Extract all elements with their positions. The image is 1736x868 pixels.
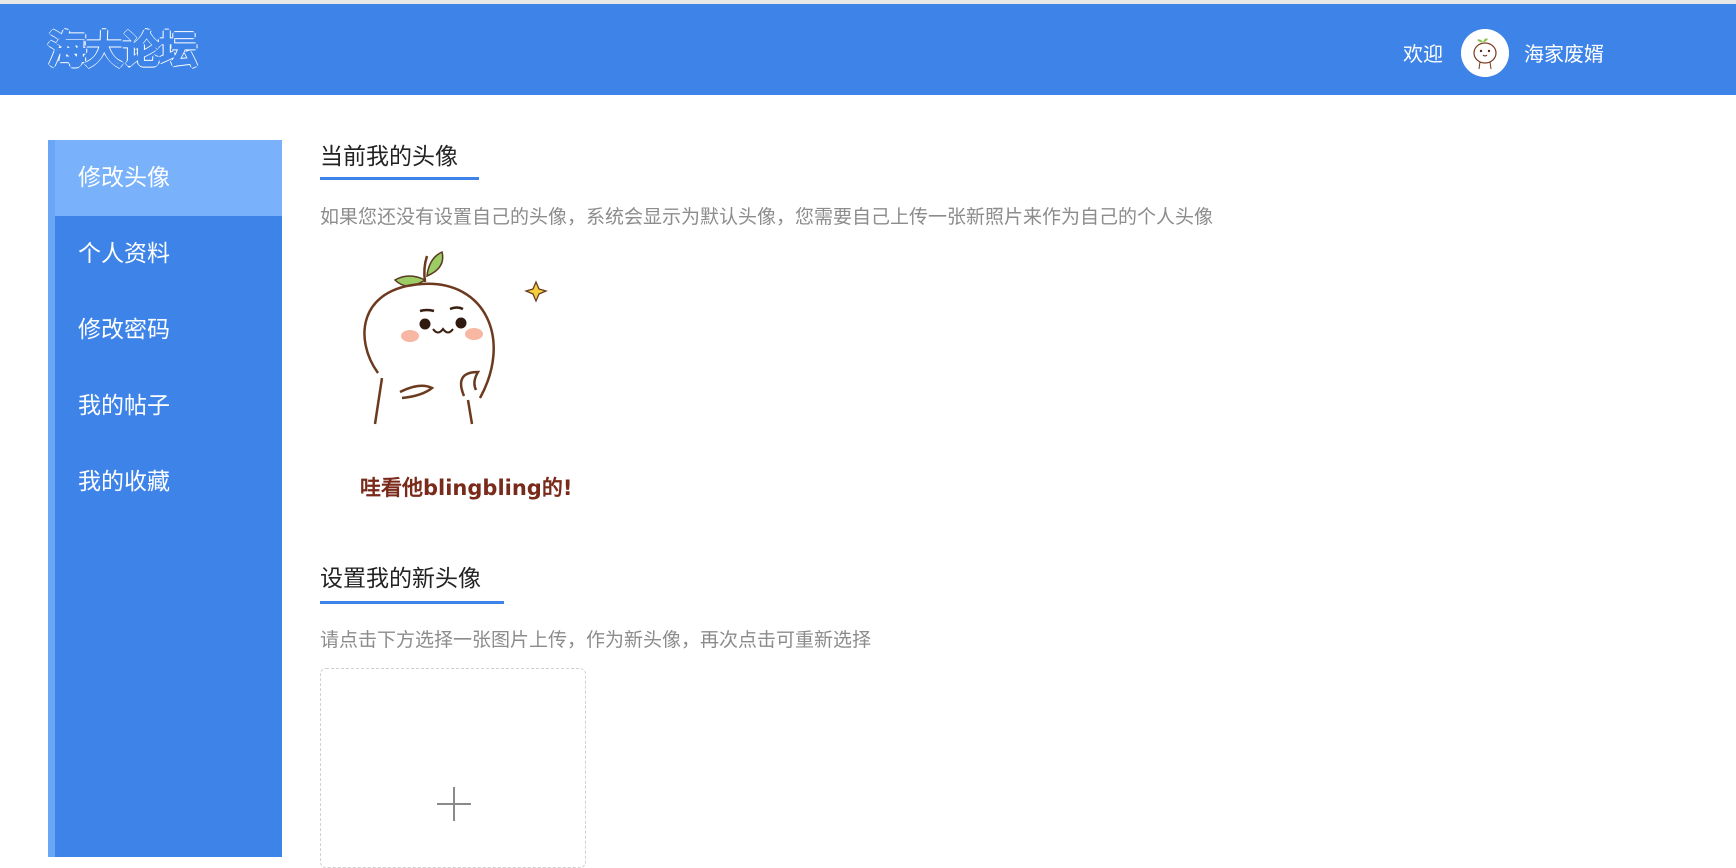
new-avatar-title-underline <box>320 601 504 604</box>
plus-icon <box>437 787 471 821</box>
current-avatar-title-underline <box>320 177 479 180</box>
current-avatar-title: 当前我的头像 <box>320 144 458 170</box>
site-logo[interactable]: 海大论坛 <box>47 26 198 74</box>
top-header: 海大论坛 欢迎 海家废婿 <box>0 4 1736 95</box>
cartoon-avatar-icon: 哇看他blingbling的! <box>360 250 572 500</box>
sidebar-item-change-password[interactable]: 修改密码 <box>55 292 282 368</box>
sidebar-item-my-favorites[interactable]: 我的收藏 <box>55 444 282 520</box>
new-avatar-description: 请点击下方选择一张图片上传，作为新头像，再次点击可重新选择 <box>320 629 872 651</box>
avatar-caption: 哇看他blingbling的! <box>360 476 572 500</box>
username-link[interactable]: 海家废婿 <box>1524 40 1604 68</box>
current-avatar-image: 哇看他blingbling的! <box>340 240 580 520</box>
sidebar-item-profile[interactable]: 个人资料 <box>55 216 282 292</box>
sidebar-item-my-posts[interactable]: 我的帖子 <box>55 368 282 444</box>
avatar-mini-icon <box>1461 29 1509 77</box>
new-avatar-title: 设置我的新头像 <box>320 566 481 592</box>
current-avatar-description: 如果您还没有设置自己的头像，系统会显示为默认头像，您需要自己上传一张新照片来作为… <box>320 206 1214 228</box>
sidebar-item-change-avatar[interactable]: 修改头像 <box>55 140 282 216</box>
welcome-text: 欢迎 <box>1403 42 1443 66</box>
user-avatar[interactable] <box>1461 29 1509 77</box>
sidebar-edge <box>48 140 55 857</box>
sidebar-nav: 修改头像 个人资料 修改密码 我的帖子 我的收藏 <box>48 140 282 857</box>
avatar-upload-box[interactable] <box>320 668 586 868</box>
